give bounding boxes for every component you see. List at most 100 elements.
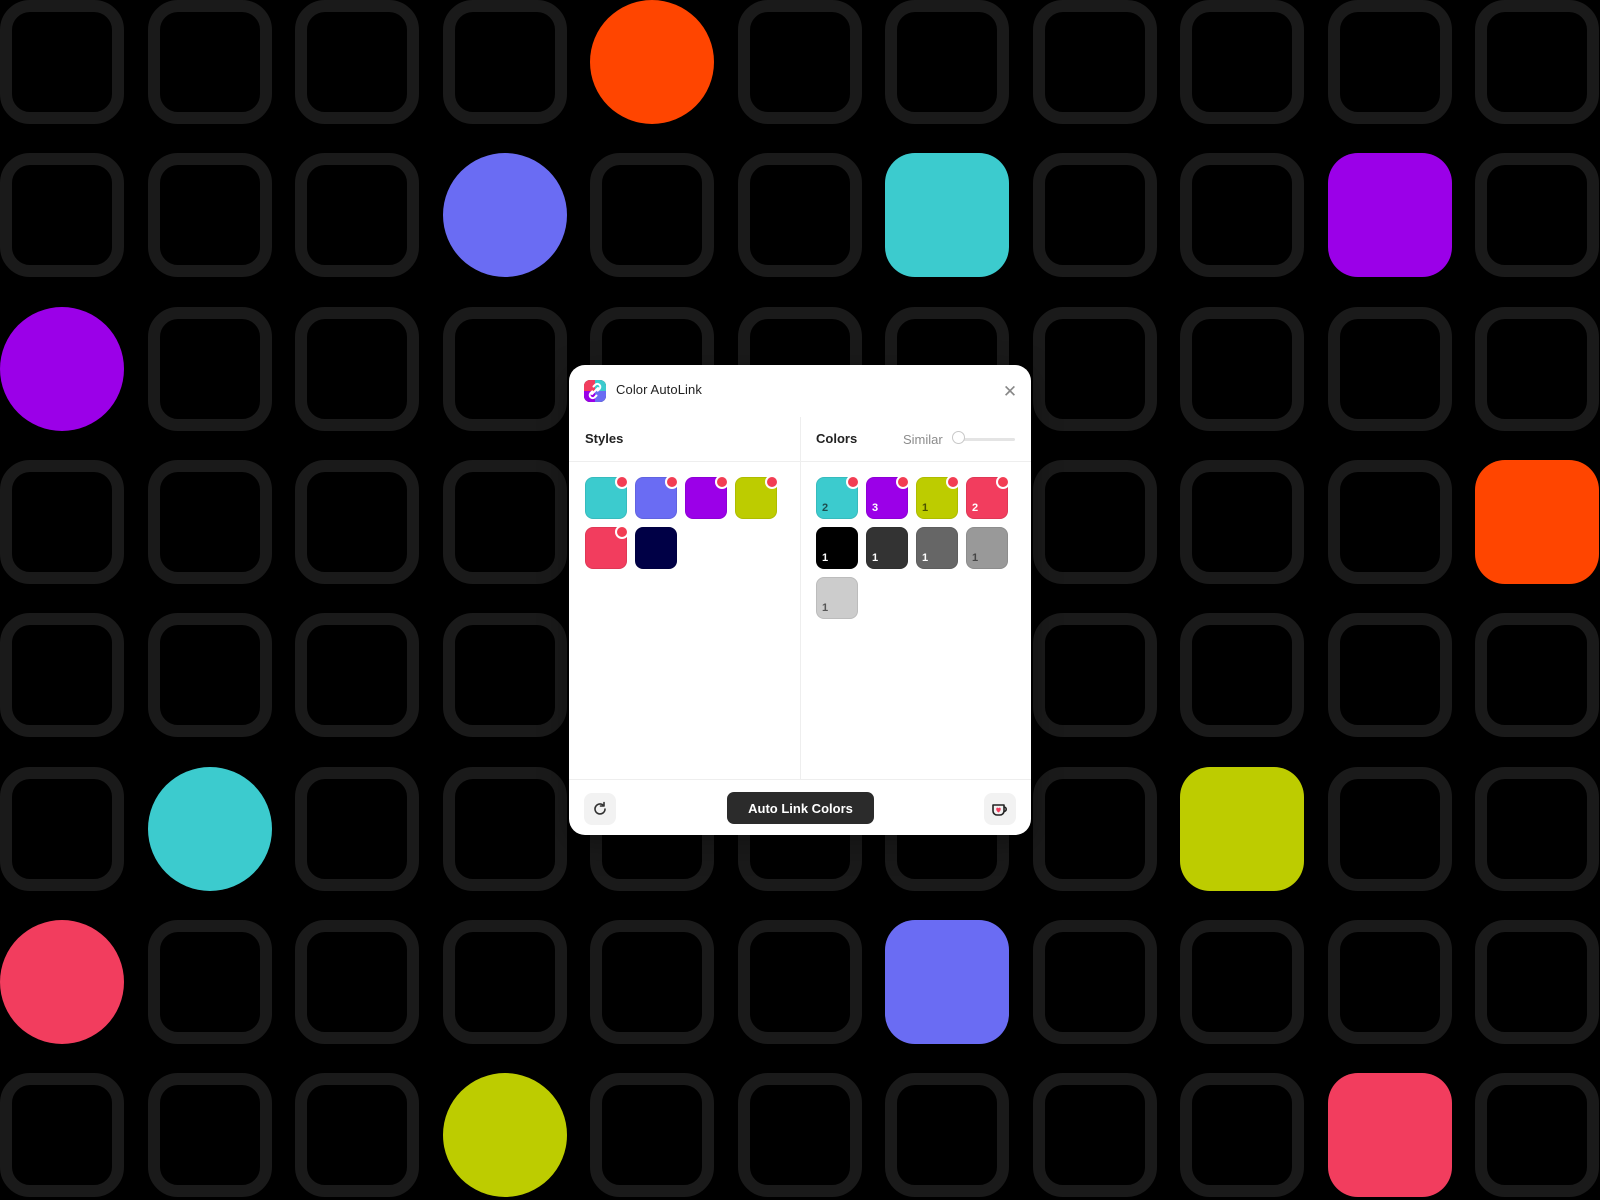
empty-tile	[443, 613, 567, 737]
dialog-title: Color AutoLink	[616, 382, 702, 397]
colored-square	[1328, 1073, 1452, 1197]
empty-tile	[1180, 307, 1304, 431]
empty-tile	[738, 153, 862, 277]
empty-tile	[885, 1073, 1009, 1197]
empty-tile	[443, 0, 567, 124]
empty-tile	[1033, 767, 1157, 891]
colored-circle	[0, 920, 124, 1044]
empty-tile	[1180, 613, 1304, 737]
swatch-count: 2	[972, 502, 979, 514]
empty-tile	[1033, 460, 1157, 584]
color-swatch[interactable]: 2	[816, 475, 860, 519]
refresh-icon	[594, 801, 606, 815]
style-swatch[interactable]	[635, 527, 677, 569]
style-swatch[interactable]	[635, 475, 679, 519]
empty-tile	[1180, 920, 1304, 1044]
empty-tile	[295, 767, 419, 891]
empty-tile	[1328, 307, 1452, 431]
empty-tile	[148, 1073, 272, 1197]
empty-tile	[590, 920, 714, 1044]
color-swatch[interactable]: 1	[816, 527, 858, 569]
chain-link-icon	[584, 380, 606, 402]
colored-circle	[443, 153, 567, 277]
color-autolink-dialog: Color AutoLink ✕ Styles Colors Similar 2…	[569, 365, 1031, 835]
refresh-button[interactable]	[584, 793, 616, 825]
color-swatch[interactable]: 1	[866, 527, 908, 569]
linked-badge	[896, 475, 910, 489]
empty-tile	[148, 0, 272, 124]
empty-tile	[0, 1073, 124, 1197]
colors-swatch-grid: 2 3 1 2 1 1 1 1 1	[816, 475, 1010, 619]
dialog-footer: Auto Link Colors	[569, 779, 1031, 835]
colored-square	[885, 153, 1009, 277]
linked-badge	[665, 475, 679, 489]
empty-tile	[295, 307, 419, 431]
empty-tile	[295, 153, 419, 277]
empty-tile	[295, 1073, 419, 1197]
empty-tile	[295, 0, 419, 124]
colored-square	[1180, 767, 1304, 891]
colored-circle	[590, 0, 714, 124]
empty-tile	[295, 460, 419, 584]
empty-tile	[0, 153, 124, 277]
empty-tile	[0, 767, 124, 891]
swatch-count: 2	[822, 502, 829, 514]
linked-badge	[996, 475, 1010, 489]
color-swatch[interactable]: 1	[916, 475, 960, 519]
linked-badge	[615, 525, 629, 539]
empty-tile	[1033, 1073, 1157, 1197]
empty-tile	[0, 460, 124, 584]
empty-tile	[148, 920, 272, 1044]
swatch-count: 1	[822, 552, 829, 564]
color-swatch[interactable]: 2	[966, 475, 1010, 519]
colored-circle	[148, 767, 272, 891]
linked-badge	[946, 475, 960, 489]
empty-tile	[295, 613, 419, 737]
empty-tile	[1033, 0, 1157, 124]
linked-badge	[765, 475, 779, 489]
empty-tile	[1180, 460, 1304, 584]
empty-tile	[0, 0, 124, 124]
empty-tile	[148, 307, 272, 431]
color-swatch[interactable]: 1	[916, 527, 958, 569]
style-swatch[interactable]	[585, 525, 629, 569]
empty-tile	[738, 1073, 862, 1197]
colored-circle	[0, 307, 124, 431]
empty-tile	[295, 920, 419, 1044]
empty-tile	[1033, 307, 1157, 431]
similar-label: Similar	[903, 432, 943, 447]
color-swatch[interactable]: 3	[866, 475, 910, 519]
empty-tile	[1475, 0, 1599, 124]
support-button[interactable]	[984, 793, 1016, 825]
empty-tile	[1475, 1073, 1599, 1197]
empty-tile	[738, 920, 862, 1044]
empty-tile	[148, 153, 272, 277]
linked-badge	[846, 475, 860, 489]
swatch-count: 1	[922, 502, 929, 514]
color-swatch[interactable]: 1	[816, 577, 858, 619]
color-swatch[interactable]: 1	[966, 527, 1008, 569]
empty-tile	[590, 1073, 714, 1197]
close-icon[interactable]: ✕	[999, 380, 1021, 402]
empty-tile	[1475, 767, 1599, 891]
empty-tile	[1180, 0, 1304, 124]
empty-tile	[1033, 153, 1157, 277]
swatch-count: 3	[872, 502, 879, 514]
style-swatch[interactable]	[585, 475, 629, 519]
coffee-heart-icon	[992, 804, 1007, 816]
style-swatch[interactable]	[685, 475, 729, 519]
empty-tile	[1475, 153, 1599, 277]
empty-tile	[1475, 920, 1599, 1044]
empty-tile	[1475, 613, 1599, 737]
empty-tile	[443, 767, 567, 891]
empty-tile	[1180, 153, 1304, 277]
style-swatch[interactable]	[735, 475, 779, 519]
swatch-count: 1	[872, 552, 879, 564]
similar-slider-thumb[interactable]	[952, 431, 965, 444]
colors-header-divider	[801, 461, 1031, 462]
empty-tile	[1328, 767, 1452, 891]
colored-square	[1328, 153, 1452, 277]
auto-link-colors-button[interactable]: Auto Link Colors	[727, 792, 874, 824]
empty-tile	[1328, 613, 1452, 737]
styles-swatch-grid	[585, 475, 779, 569]
